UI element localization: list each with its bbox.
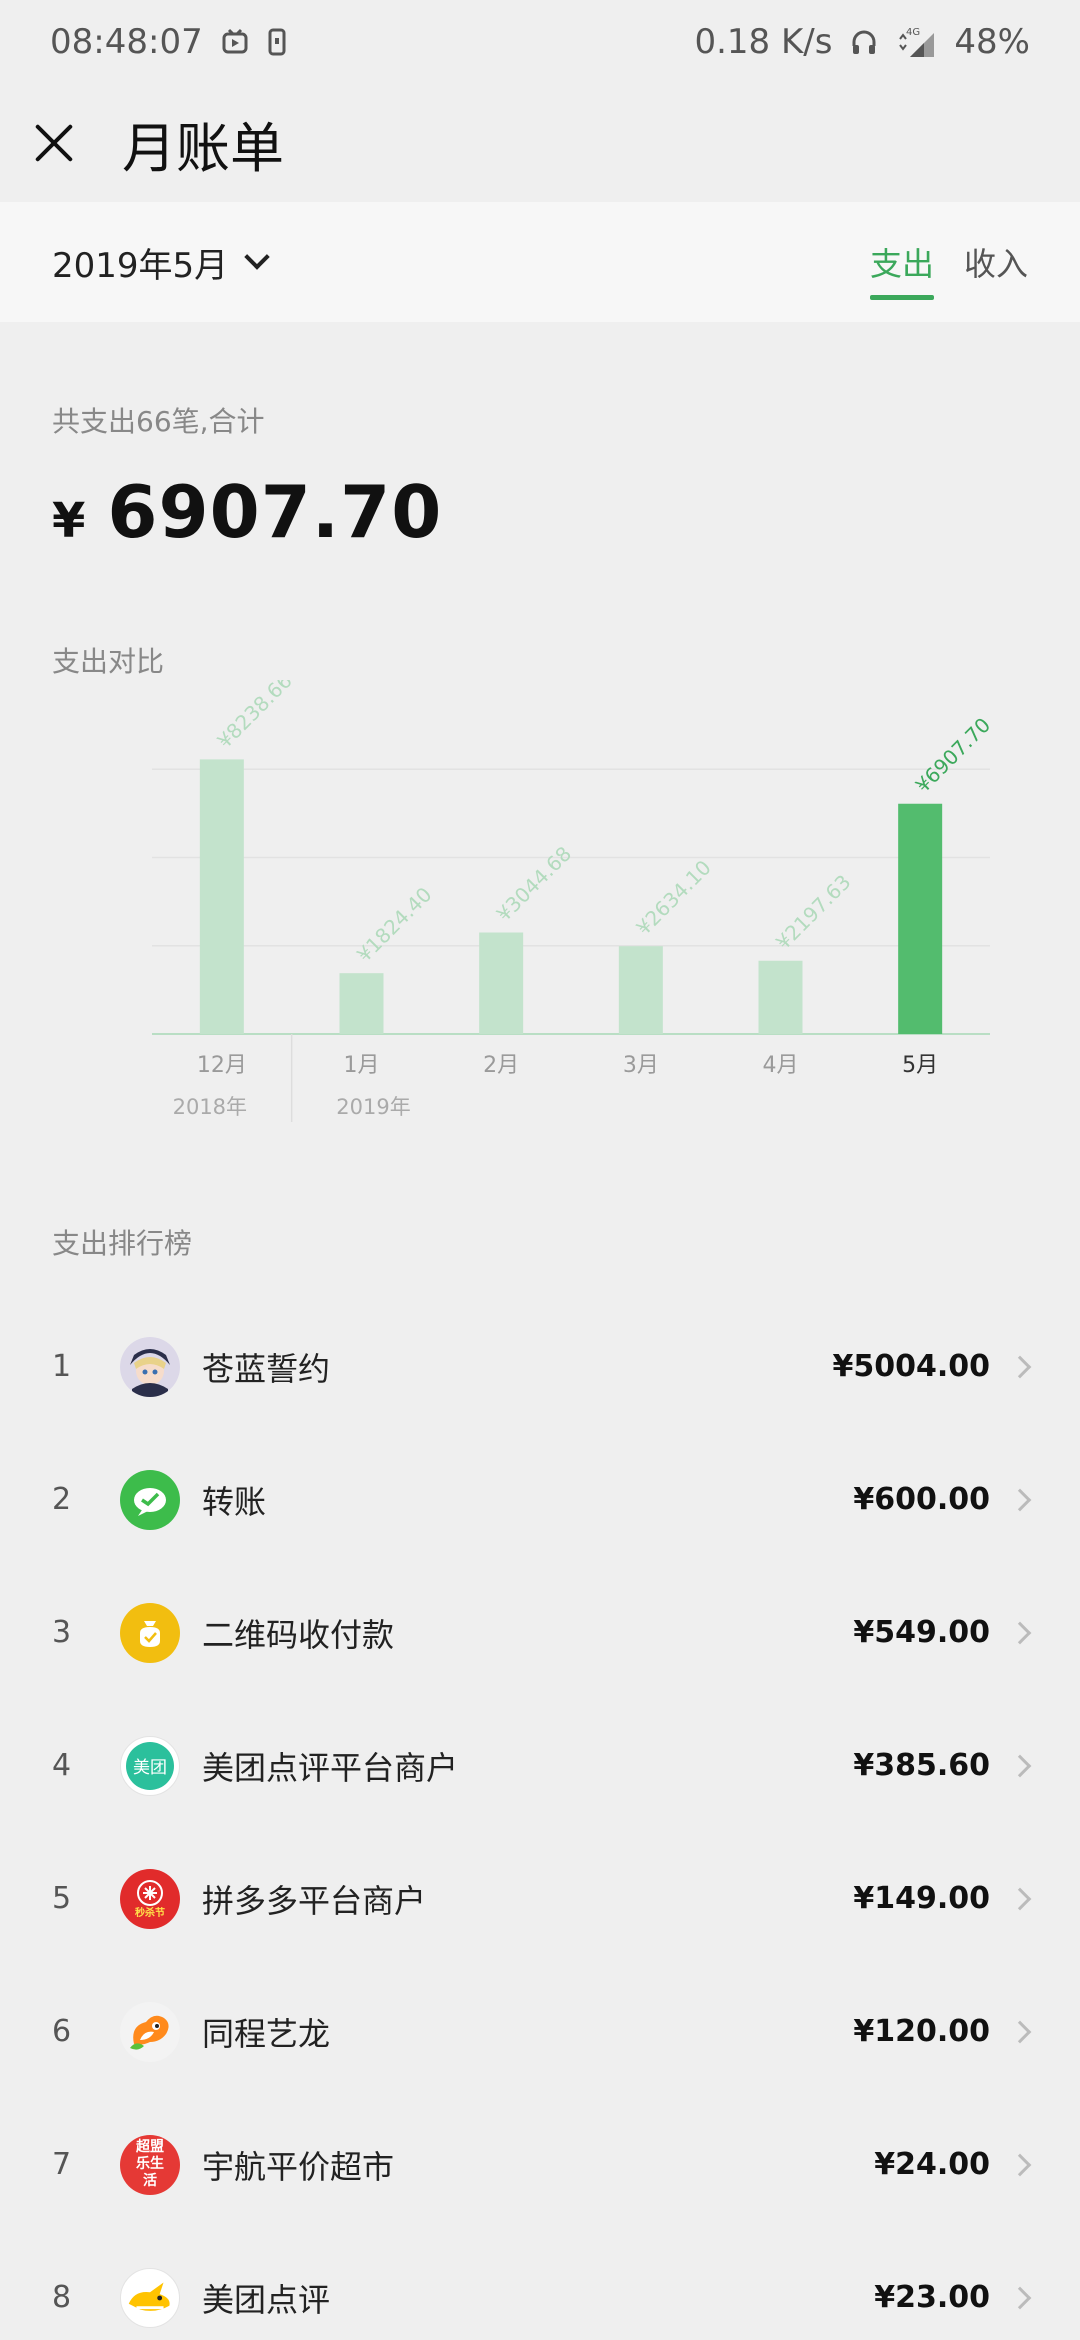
ranking-label: 支出排行榜 [52,1227,193,1260]
pinduoduo-logo-text: 秒杀节 [135,1907,165,1919]
chevron-right-icon [1008,2153,1032,2176]
rank-number: 6 [52,2014,72,2049]
rank-number: 1 [52,1349,72,1384]
ranking-item[interactable]: 2 转账 ¥600.00 [0,1433,1080,1566]
bar-data-label: ¥8238.66 [212,680,296,753]
x-tick-label: 4月 [763,1053,799,1078]
rank-number: 7 [52,2147,72,2182]
title-bar: 月账单 [0,84,1080,202]
x-tick-label: 12月 [197,1053,247,1078]
net-speed: 0.18 K/s [694,22,833,62]
total-value: 6907.70 [107,470,443,554]
chevron-right-icon [1008,1887,1032,1910]
merchant-name: 美团点评 [202,2280,331,2319]
signal-4g-icon: 4G [896,25,936,59]
chevron-right-icon [1008,2020,1032,2043]
chevron-right-icon [1008,2286,1032,2309]
merchant-name: 二维码收付款 [202,1615,395,1654]
tongcheng-icon [120,2001,180,2062]
ranking-list: 1 苍蓝誓约 ¥5004.00 2 转账 ¥600.00 3 二维码收付款 ¥5… [0,1300,1080,2340]
game-avatar-icon [120,1336,180,1397]
chart-bar [479,932,524,1034]
merchant-amount: ¥549.00 [853,1615,990,1650]
total-amount: ¥ 6907.70 [52,470,442,554]
ranking-item[interactable]: 1 苍蓝誓约 ¥5004.00 [0,1300,1080,1433]
network-type: 4G [906,27,920,38]
summary-label: 共支出66笔,合计 [52,405,265,438]
chevron-down-icon [244,244,270,270]
rank-number: 2 [52,1482,72,1517]
merchant-name: 拼多多平台商户 [202,1881,427,1920]
headphones-icon [850,28,878,56]
tab-income[interactable]: 收入 [964,202,1028,322]
rank-number: 3 [52,1615,72,1650]
bar-data-label: ¥2634.10 [631,855,715,939]
merchant-name: 宇航平价超市 [202,2147,395,2186]
expense-comparison-chart: ¥8238.66 12月 ¥1824.40 1月 ¥3044.68 2月 ¥2634.10 3… [0,668,1080,1150]
x-tick-label: 5月 [902,1053,938,1078]
bar-data-label: ¥3044.68 [492,842,576,926]
ranking-item[interactable]: 6 同程艺龙 ¥120.00 [0,1965,1080,2098]
qr-payment-icon [120,1602,180,1663]
tab-expense[interactable]: 支出 [869,202,934,322]
type-tabs: 支出 收入 [869,202,1028,322]
year-label: 2018年 [173,1095,247,1119]
supermarket-logo-text: 超盟乐生活 [136,2139,164,2189]
chart-bar [339,973,384,1034]
ranking-item[interactable]: 7 超盟乐生活 宇航平价超市 ¥24.00 [0,2098,1080,2231]
supermarket-icon: 超盟乐生活 [120,2134,180,2195]
pinduoduo-icon: 秒杀节 [120,1868,180,1929]
rank-number: 8 [52,2280,72,2315]
merchant-name: 苍蓝誓约 [202,1349,331,1388]
x-tick-label: 3月 [623,1053,659,1078]
chart-bar [758,960,803,1034]
meituan-logo-text: 美团 [126,1741,174,1790]
merchant-amount: ¥149.00 [853,1881,990,1916]
filter-bar: 2019年5月 支出 收入 [0,202,1080,322]
bar-chart: ¥8238.66 12月 ¥1824.40 1月 ¥3044.68 2月 ¥2634.10 3… [152,668,995,1122]
video-app-icon [221,28,249,56]
chevron-right-icon [1008,1754,1032,1777]
year-label: 2019年 [336,1095,410,1119]
transfer-icon [120,1469,180,1530]
status-bar: 08:48:07 0.18 K/s 4G 48% [0,0,1080,84]
merchant-name: 美团点评平台商户 [202,1748,459,1787]
merchant-amount: ¥5004.00 [832,1349,990,1384]
ranking-item[interactable]: 5 秒杀节 拼多多平台商户 ¥149.00 [0,1832,1080,1965]
rank-number: 4 [52,1748,72,1783]
bar-data-label: ¥6907.70 [911,713,995,797]
close-icon[interactable] [32,121,76,165]
chevron-right-icon [1008,1355,1032,1378]
meituan-icon: 美团 [120,1735,180,1796]
ranking-item[interactable]: 4 美团 美团点评平台商户 ¥385.60 [0,1699,1080,1832]
page-title: 月账单 [122,116,284,180]
status-time: 08:48:07 [50,22,203,62]
phone-notification-icon [267,28,287,56]
chevron-right-icon [1008,1488,1032,1511]
month-selector[interactable]: 2019年5月 [52,238,270,287]
ranking-item[interactable]: 8 美团点评 ¥23.00 [0,2231,1080,2340]
merchant-amount: ¥120.00 [853,2014,990,2049]
bar-data-label: ¥2197.63 [771,870,855,954]
chart-bar [618,946,663,1034]
bar-data-label: ¥1824.40 [352,882,436,966]
x-tick-label: 2月 [483,1053,519,1078]
merchant-amount: ¥385.60 [853,1748,990,1783]
battery-level: 48% [954,22,1030,62]
ranking-item[interactable]: 3 二维码收付款 ¥549.00 [0,1566,1080,1699]
month-label: 2019年5月 [52,245,229,286]
meituan-dianping-icon [120,2267,180,2328]
comparison-label: 支出对比 [52,645,165,678]
merchant-name: 转账 [202,1482,267,1521]
merchant-amount: ¥600.00 [853,1482,990,1517]
chart-bar [898,803,943,1034]
merchant-name: 同程艺龙 [202,2014,331,2053]
chevron-right-icon [1008,1621,1032,1644]
x-tick-label: 1月 [344,1053,380,1078]
currency-symbol: ¥ [52,493,86,549]
chart-bar [199,759,244,1034]
merchant-amount: ¥23.00 [874,2280,990,2315]
merchant-amount: ¥24.00 [874,2147,990,2182]
rank-number: 5 [52,1881,72,1916]
